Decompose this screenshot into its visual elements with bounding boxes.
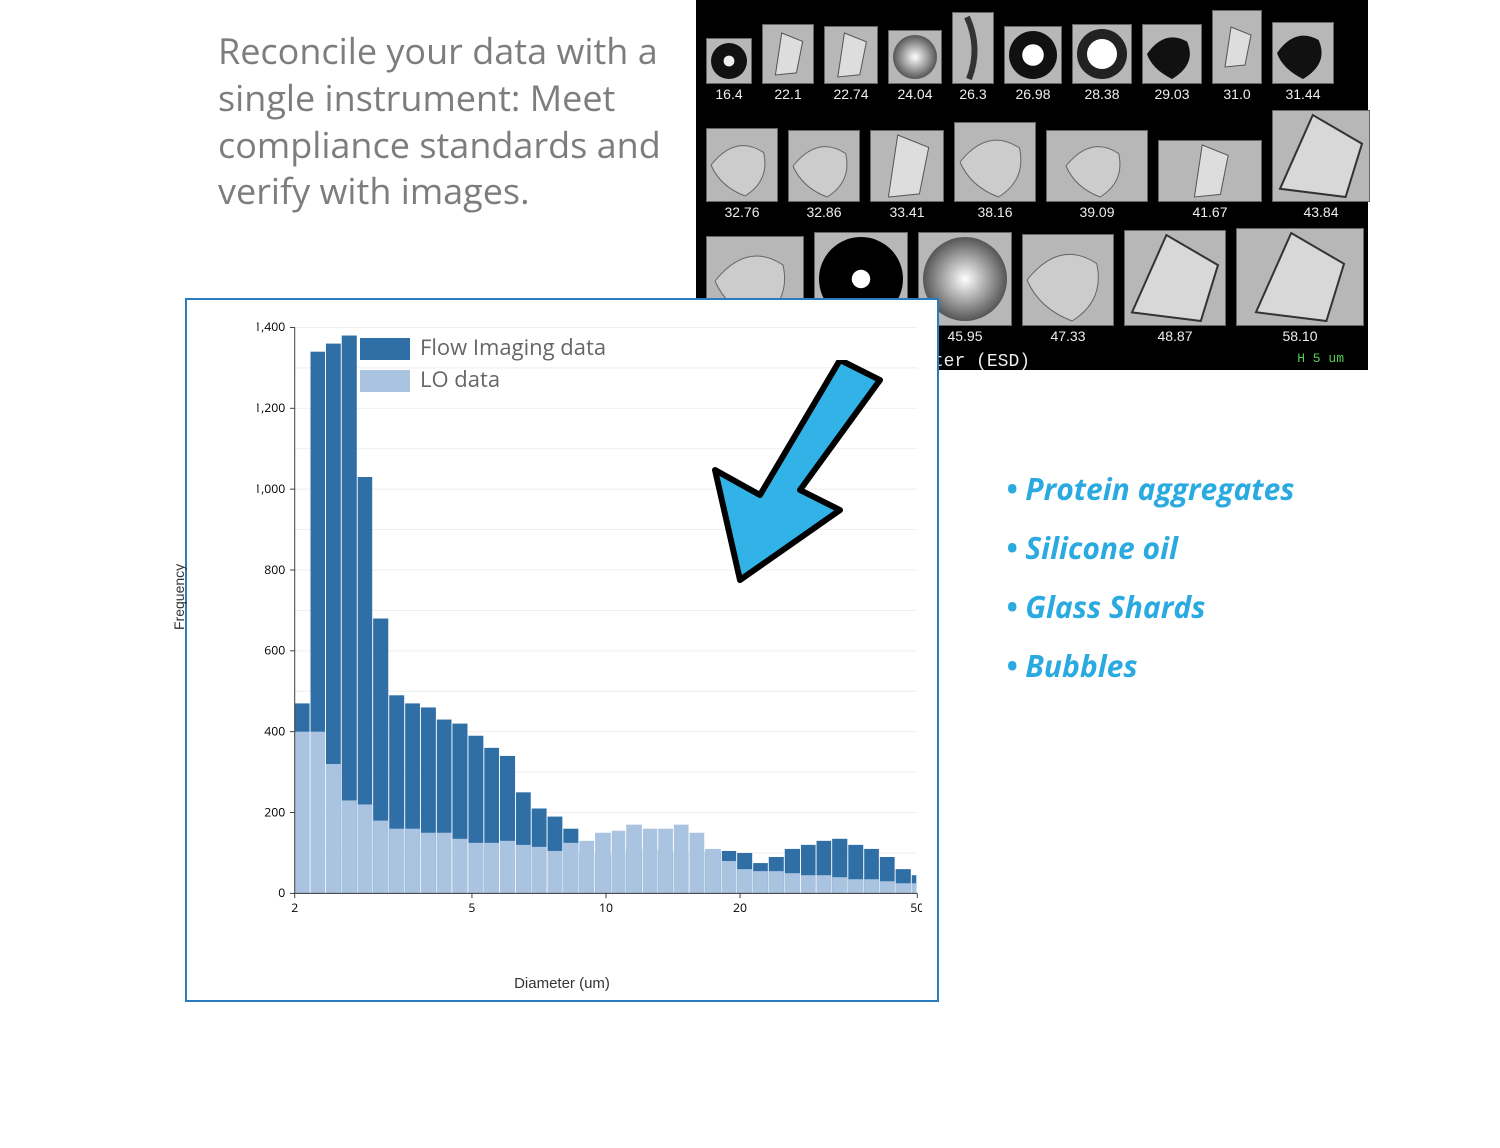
particle-diameter-label: 38.16 xyxy=(977,204,1012,220)
svg-text:0: 0 xyxy=(278,884,285,901)
bullet-item: •Protein aggregates xyxy=(1006,468,1295,509)
particle-type-list: •Protein aggregates •Silicone oil •Glass S… xyxy=(1006,450,1295,704)
svg-text:1,000: 1,000 xyxy=(257,480,285,497)
particle-thumbnail: 29.03 xyxy=(1142,24,1202,102)
gallery-scale-bar: H 5 um xyxy=(1297,352,1344,372)
particle-diameter-label: 43.84 xyxy=(1303,204,1338,220)
particle-thumbnail: 22.74 xyxy=(824,26,878,102)
particle-thumbnail: 26.98 xyxy=(1004,26,1062,102)
particle-diameter-label: 22.74 xyxy=(833,86,868,102)
particle-thumbnail: 24.04 xyxy=(888,30,942,102)
arrow-icon xyxy=(660,360,930,600)
particle-thumbnail: 39.09 xyxy=(1046,130,1148,220)
particle-thumbnail: 41.67 xyxy=(1158,140,1262,220)
particle-thumbnail: 22.1 xyxy=(762,24,814,102)
particle-diameter-label: 26.3 xyxy=(959,86,986,102)
bullet-item: •Bubbles xyxy=(1006,645,1295,686)
particle-diameter-label: 16.4 xyxy=(715,86,742,102)
particle-thumbnail: 28.38 xyxy=(1072,24,1132,102)
svg-text:800: 800 xyxy=(264,561,285,578)
svg-text:50: 50 xyxy=(910,899,922,916)
particle-thumbnail: 32.76 xyxy=(706,128,778,220)
bullet-item: •Silicone oil xyxy=(1006,527,1295,568)
legend-item-2: LO data xyxy=(420,364,500,394)
svg-text:600: 600 xyxy=(264,642,285,659)
svg-text:400: 400 xyxy=(264,722,285,739)
particle-thumbnail: 26.3 xyxy=(952,12,994,102)
particle-thumbnail: 16.4 xyxy=(706,38,752,102)
particle-thumbnail: 47.33 xyxy=(1022,234,1114,344)
chart-x-axis-label: Diameter (um) xyxy=(187,975,937,992)
legend-item-1: Flow Imaging data xyxy=(420,332,606,362)
svg-text:200: 200 xyxy=(264,803,285,820)
particle-diameter-label: 33.41 xyxy=(889,204,924,220)
svg-text:10: 10 xyxy=(599,899,613,916)
particle-diameter-label: 31.0 xyxy=(1223,86,1250,102)
particle-thumbnail: 33.41 xyxy=(870,130,944,220)
particle-thumbnail: 38.16 xyxy=(954,122,1036,220)
particle-diameter-label: 26.98 xyxy=(1015,86,1050,102)
particle-diameter-label: 39.09 xyxy=(1079,204,1114,220)
particle-diameter-label: 32.86 xyxy=(806,204,841,220)
svg-text:1,400: 1,400 xyxy=(257,318,285,335)
particle-diameter-label: 31.44 xyxy=(1285,86,1320,102)
svg-text:20: 20 xyxy=(733,899,747,916)
svg-text:1,200: 1,200 xyxy=(257,399,285,416)
particle-diameter-label: 24.04 xyxy=(897,86,932,102)
headline-text: Reconcile your data with a single instru… xyxy=(218,28,678,215)
particle-thumbnail: 32.86 xyxy=(788,130,860,220)
particle-diameter-label: 28.38 xyxy=(1084,86,1119,102)
particle-diameter-label: 47.33 xyxy=(1050,328,1085,344)
bullet-item: •Glass Shards xyxy=(1006,586,1295,627)
particle-thumbnail: 31.44 xyxy=(1272,22,1334,102)
particle-diameter-label: 58.10 xyxy=(1282,328,1317,344)
svg-text:5: 5 xyxy=(468,899,475,916)
particle-thumbnail: 58.10 xyxy=(1236,228,1364,344)
particle-diameter-label: 29.03 xyxy=(1154,86,1189,102)
chart-y-axis-label: Frequency xyxy=(171,564,187,630)
svg-text:2: 2 xyxy=(291,899,298,916)
particle-diameter-label: 32.76 xyxy=(724,204,759,220)
chart-legend: Flow Imaging data LO data xyxy=(360,330,606,396)
particle-thumbnail: 43.84 xyxy=(1272,110,1370,220)
particle-diameter-label: 48.87 xyxy=(1157,328,1192,344)
particle-diameter-label: 45.95 xyxy=(947,328,982,344)
particle-diameter-label: 22.1 xyxy=(774,86,801,102)
particle-thumbnail: 48.87 xyxy=(1124,230,1226,344)
particle-diameter-label: 41.67 xyxy=(1192,204,1227,220)
particle-thumbnail: 31.0 xyxy=(1212,10,1262,102)
